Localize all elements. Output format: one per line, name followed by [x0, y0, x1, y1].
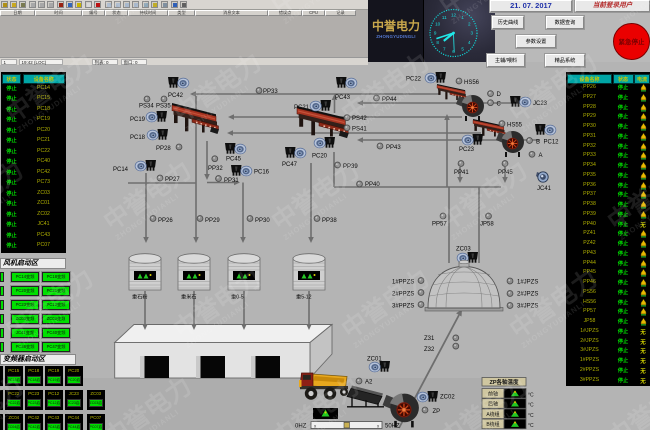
svg-text:2: 2: [468, 21, 471, 26]
svg-text:PP33: PP33: [263, 89, 278, 95]
svg-text:1#JPZS: 1#JPZS: [517, 280, 538, 286]
svg-text:PC18: PC18: [130, 135, 146, 141]
svg-text:A绕组: A绕组: [486, 411, 499, 418]
svg-text:50HZ: 50HZ: [385, 424, 400, 430]
svg-text:ZC02: ZC02: [440, 395, 455, 401]
svg-text:5: 5: [461, 46, 464, 51]
svg-text:ZP各轴温度: ZP各轴温度: [489, 378, 519, 386]
svg-text:Z32: Z32: [424, 347, 435, 353]
svg-text:PP27: PP27: [165, 177, 180, 183]
svg-text:°C: °C: [528, 423, 534, 429]
svg-text:重米石: 重米石: [181, 293, 197, 301]
svg-text:B绕组: B绕组: [486, 421, 499, 428]
svg-text:2#PPZS: 2#PPZS: [392, 292, 414, 298]
svg-text:PP28: PP28: [156, 146, 171, 152]
svg-text:重5-12: 重5-12: [296, 293, 312, 301]
svg-text:后轴: 后轴: [488, 401, 498, 408]
svg-text:PC20: PC20: [312, 154, 328, 160]
svg-text:3: 3: [471, 31, 474, 36]
svg-text:1: 1: [461, 15, 464, 20]
svg-text:PC23: PC23: [459, 147, 475, 153]
svg-text:A2: A2: [365, 380, 373, 386]
svg-text:PP38: PP38: [322, 218, 337, 224]
svg-text:1#PPZS: 1#PPZS: [392, 280, 414, 286]
svg-text:PC22: PC22: [406, 77, 422, 83]
svg-text:PC45: PC45: [226, 157, 242, 163]
svg-text:12: 12: [451, 12, 457, 17]
svg-text:B: B: [536, 140, 540, 146]
svg-text:PC12: PC12: [544, 140, 560, 146]
svg-text:前轴: 前轴: [488, 391, 498, 398]
svg-text:PS41: PS41: [352, 127, 367, 133]
svg-text:PP32: PP32: [208, 166, 223, 172]
svg-text:ZC03: ZC03: [456, 247, 471, 253]
svg-text:PP29: PP29: [205, 218, 220, 224]
svg-text:PP41: PP41: [454, 170, 469, 176]
svg-text:C: C: [497, 101, 502, 107]
svg-text:PP57: PP57: [432, 222, 447, 228]
svg-text:10: 10: [435, 21, 441, 26]
svg-text:PS35: PS35: [156, 104, 171, 110]
svg-text:7: 7: [443, 46, 446, 51]
svg-text:PP40: PP40: [365, 182, 380, 188]
svg-text:ZP: ZP: [433, 409, 441, 415]
svg-text:°C: °C: [528, 413, 534, 419]
svg-text:11: 11: [442, 15, 447, 20]
svg-text:PC47: PC47: [282, 162, 298, 168]
svg-text:°C: °C: [528, 393, 534, 399]
svg-text:PP45: PP45: [498, 170, 513, 176]
svg-text:HS56: HS56: [464, 80, 480, 86]
svg-text:0HZ: 0HZ: [295, 424, 307, 430]
svg-text:PP39: PP39: [343, 164, 358, 170]
svg-text:PC19: PC19: [130, 117, 146, 123]
svg-text:PC21: PC21: [294, 105, 310, 111]
svg-text:PC14: PC14: [113, 167, 129, 173]
svg-text:PP30: PP30: [255, 218, 270, 224]
svg-text:JP58: JP58: [480, 222, 494, 228]
svg-text:重石粉: 重石粉: [132, 293, 148, 301]
svg-text:PC42: PC42: [168, 93, 184, 99]
svg-text:PS42: PS42: [352, 116, 367, 122]
svg-text:ZC01: ZC01: [367, 357, 382, 363]
svg-text:Z31: Z31: [424, 336, 435, 342]
svg-text:PC43: PC43: [335, 95, 351, 101]
svg-text:PS34: PS34: [139, 104, 154, 110]
svg-text:PP44: PP44: [382, 97, 397, 103]
svg-text:PP26: PP26: [158, 218, 173, 224]
svg-text:4: 4: [468, 40, 471, 45]
svg-text:PP43: PP43: [386, 145, 401, 151]
svg-text:PC16: PC16: [254, 170, 270, 176]
svg-text:2#JPZS: 2#JPZS: [517, 292, 538, 298]
svg-text:A: A: [539, 153, 543, 159]
svg-text:D: D: [497, 92, 502, 98]
svg-text:8: 8: [436, 40, 439, 45]
svg-text:JC41: JC41: [537, 186, 552, 192]
svg-text:°C: °C: [528, 403, 534, 409]
svg-text:JC23: JC23: [533, 101, 548, 107]
svg-text:重0-5: 重0-5: [231, 293, 244, 301]
svg-text:3#PPZS: 3#PPZS: [392, 304, 414, 310]
svg-text:HS55: HS55: [507, 123, 523, 129]
svg-text:3#JPZS: 3#JPZS: [517, 304, 538, 310]
svg-text:PP31: PP31: [224, 178, 239, 184]
svg-text:9: 9: [434, 31, 437, 36]
